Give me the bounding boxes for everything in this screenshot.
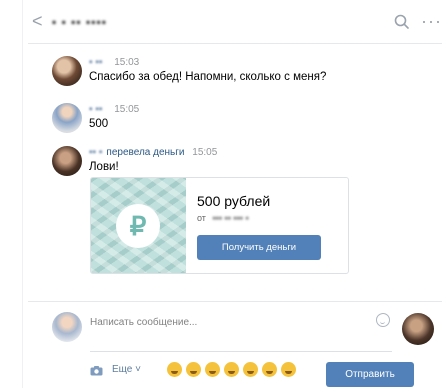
send-button[interactable]: Отправить xyxy=(326,362,414,387)
emoji-ok-hand-icon[interactable] xyxy=(243,362,258,378)
transfer-action-text: перевела деньги xyxy=(106,147,185,158)
sender-name[interactable]: ▪▪ ▪ xyxy=(89,147,102,158)
message-text: 500 xyxy=(89,118,109,130)
chat-window: < ▪ ▪ ▪▪ ▪▪▪▪ ··· ▪ ▪▪ 15:03 Спасибо за … xyxy=(28,0,442,388)
transfer-amount: 500 рублей xyxy=(197,193,271,209)
transfer-from: от ▪▪▪ ▪▪ ▪▪▪ ▪ xyxy=(197,213,249,223)
money-pattern: ₽ xyxy=(91,178,186,273)
message-text: Спасибо за обед! Напомни, сколько с меня… xyxy=(89,71,327,83)
message-meta: ▪ ▪▪ 15:03 xyxy=(89,57,139,68)
from-name: ▪▪▪ ▪▪ ▪▪▪ ▪ xyxy=(212,213,249,223)
peer-avatar[interactable] xyxy=(402,313,434,345)
sender-name[interactable]: ▪ ▪▪ xyxy=(89,104,102,115)
message-input[interactable]: Написать сообщение... xyxy=(90,308,392,352)
money-transfer-card[interactable]: ₽ 500 рублей от ▪▪▪ ▪▪ ▪▪▪ ▪ Получить де… xyxy=(90,177,349,274)
emoji-thumbs-up-icon[interactable] xyxy=(205,362,220,378)
avatar[interactable] xyxy=(52,103,82,133)
sender-name[interactable]: ▪ ▪▪ xyxy=(89,57,102,68)
emoji-joy-icon[interactable] xyxy=(262,362,277,378)
message-meta: ▪ ▪▪ 15:05 xyxy=(89,104,139,115)
message-input-placeholder: Написать сообщение... xyxy=(90,317,198,328)
message-time: 15:03 xyxy=(114,57,140,68)
composer-divider xyxy=(28,301,442,302)
smile-icon[interactable] xyxy=(376,313,390,327)
message-time: 15:05 xyxy=(192,147,218,158)
emoji-surprised-icon[interactable] xyxy=(224,362,239,378)
emoji-grinning-icon[interactable] xyxy=(281,362,296,378)
ruble-icon: ₽ xyxy=(116,204,160,248)
left-divider xyxy=(22,0,23,388)
avatar[interactable] xyxy=(52,146,82,176)
peer-name[interactable]: ▪ ▪ ▪▪ ▪▪▪▪ xyxy=(52,15,107,29)
search-icon[interactable] xyxy=(393,13,411,31)
quick-emoji-row xyxy=(167,362,300,378)
more-icon[interactable]: ··· xyxy=(421,11,442,32)
my-avatar[interactable] xyxy=(52,312,82,342)
emoji-heart-eyes-icon[interactable] xyxy=(186,362,201,378)
message-meta: ▪▪ ▪ перевела деньги 15:05 xyxy=(89,147,217,158)
avatar[interactable] xyxy=(52,56,82,86)
more-attachments-button[interactable]: Еще ˅ xyxy=(112,364,141,375)
message-time: 15:05 xyxy=(114,104,140,115)
camera-icon[interactable] xyxy=(90,366,103,376)
chat-header: < ▪ ▪ ▪▪ ▪▪▪▪ ··· xyxy=(28,0,442,44)
from-prefix: от xyxy=(197,213,206,223)
emoji-grin-icon[interactable] xyxy=(167,362,182,378)
get-money-button[interactable]: Получить деньги xyxy=(197,235,321,260)
back-arrow-icon[interactable]: < xyxy=(32,12,43,30)
message-text: Лови! xyxy=(89,161,119,173)
